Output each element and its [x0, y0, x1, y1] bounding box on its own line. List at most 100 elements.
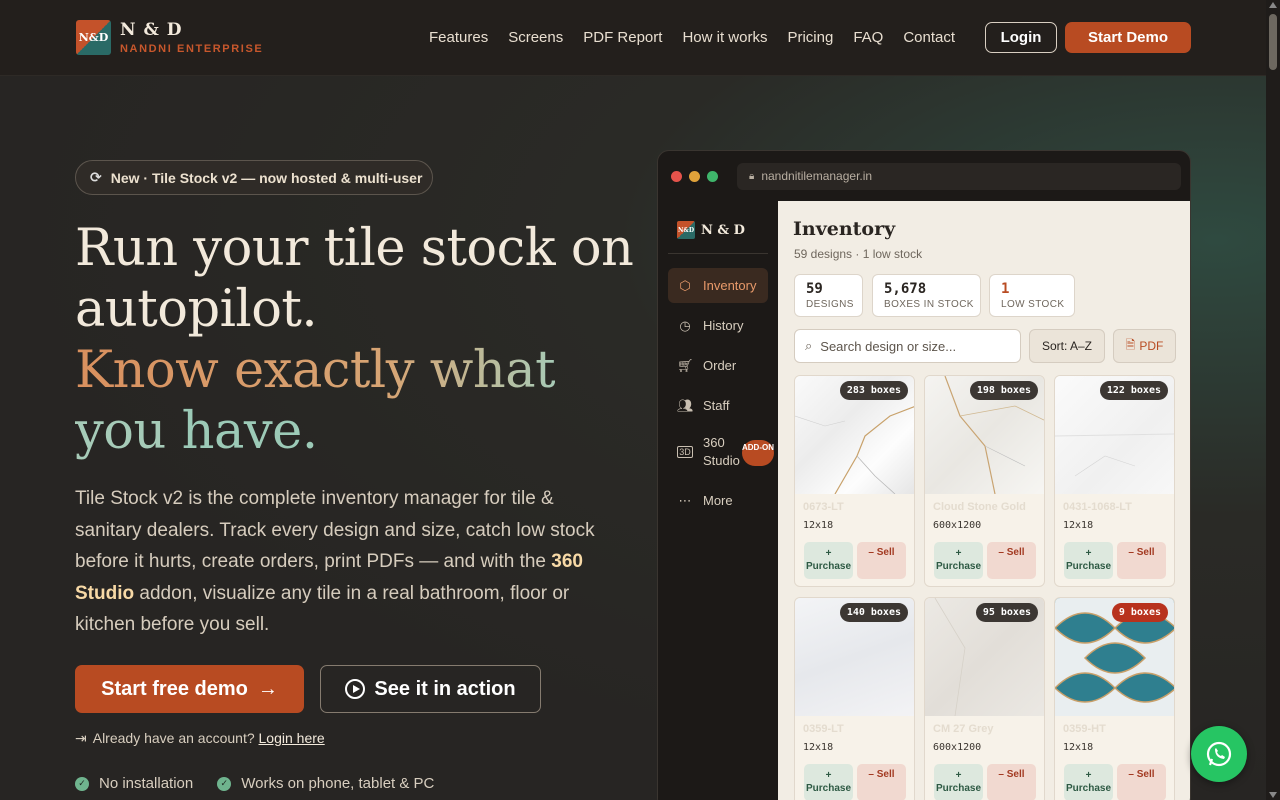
purchase-button[interactable]: + Purchase — [934, 764, 983, 800]
sell-button[interactable]: – Sell — [1117, 542, 1166, 579]
stock-badge: 122 boxes — [1099, 381, 1168, 400]
login-arrow-icon: ⇥ — [75, 730, 87, 746]
url-text: nandnitilemanager.in — [761, 169, 873, 183]
check-item: ✓ Works on phone, tablet & PC — [217, 775, 434, 792]
check-label: No installation — [99, 775, 194, 792]
page-scrollbar[interactable] — [1266, 0, 1280, 800]
nav-link-pdf-report[interactable]: PDF Report — [583, 29, 662, 46]
dots-icon: ⋯ — [678, 492, 692, 508]
purchase-button[interactable]: + Purchase — [934, 542, 983, 579]
whatsapp-button[interactable] — [1191, 726, 1247, 782]
login-here-link[interactable]: Login here — [259, 730, 325, 746]
tile-card[interactable]: 140 boxes 0359-LT 12x18 + Purchase – Sel… — [794, 597, 915, 800]
stat-value: 1 — [1001, 281, 1010, 297]
url-bar: 🔒︎ nandnitilemanager.in — [737, 162, 1181, 190]
login-button[interactable]: Login — [985, 22, 1057, 53]
tile-name: 0359-LT — [803, 723, 844, 735]
nav-link-pricing[interactable]: Pricing — [787, 29, 833, 46]
box-icon: ⬡ — [679, 277, 691, 293]
nav-link-screens[interactable]: Screens — [508, 29, 563, 46]
browser-bar: 🔒︎ nandnitilemanager.in — [658, 151, 1190, 201]
app-sidebar: N&D N & D ⬡ Inventory ◷ History 🛒︎ Order… — [658, 201, 778, 800]
sidebar-item-order[interactable]: 🛒︎ Order — [668, 348, 768, 383]
start-free-demo-label: Start free demo — [101, 677, 248, 700]
announcement-pill[interactable]: ⟳ New · Tile Stock v2 — now hosted & mul… — [75, 160, 433, 195]
sidebar-item-inventory[interactable]: ⬡ Inventory — [668, 268, 768, 303]
search-placeholder: Search design or size... — [820, 338, 957, 354]
check-item: ✓ No installation — [75, 775, 193, 792]
headline-line-2-end: have. — [181, 402, 318, 461]
nav-links: Features Screens PDF Report How it works… — [429, 29, 975, 46]
scroll-up-arrow-icon[interactable] — [1269, 2, 1277, 8]
sidebar-item-staff[interactable]: 👥︎ Staff — [668, 388, 768, 423]
stock-badge: 95 boxes — [975, 603, 1038, 622]
tile-card[interactable]: 198 boxes Cloud Stone Gold 600x1200 + Pu… — [924, 375, 1045, 587]
stat-label: LOW STOCK — [1001, 299, 1065, 310]
sort-button[interactable]: Sort: A–Z — [1029, 329, 1105, 363]
purchase-button[interactable]: + Purchase — [1064, 764, 1113, 800]
tile-size: 12x18 — [1063, 742, 1094, 753]
close-dot-icon — [671, 170, 682, 182]
sidebar-item-history[interactable]: ◷ History — [668, 308, 768, 343]
tile-card[interactable]: 9 boxes 0359-HT 12x18 + Purchase – Sell — [1054, 597, 1175, 800]
start-demo-button[interactable]: Start Demo — [1065, 22, 1191, 53]
purchase-button[interactable]: + Purchase — [804, 764, 853, 800]
stat-designs: 59 DESIGNS — [794, 274, 863, 317]
sidebar-brand: N&D N & D — [677, 221, 745, 239]
desc-part-1: Tile Stock v2 is the complete inventory … — [75, 488, 595, 572]
purchase-button[interactable]: + Purchase — [1064, 542, 1113, 579]
purchase-button[interactable]: + Purchase — [804, 542, 853, 579]
sidebar-divider — [668, 253, 768, 254]
whatsapp-icon — [1206, 741, 1232, 767]
stock-badge-low: 9 boxes — [1111, 603, 1168, 622]
sell-button[interactable]: – Sell — [857, 542, 906, 579]
sell-button[interactable]: – Sell — [987, 542, 1036, 579]
scroll-down-arrow-icon[interactable] — [1269, 792, 1277, 798]
account-text: Already have an account? — [92, 730, 255, 746]
sidebar-item-label: Order — [703, 358, 737, 373]
brand-logo: N&D — [76, 20, 111, 55]
sidebar-item-label: History — [703, 318, 744, 333]
sell-button[interactable]: – Sell — [987, 764, 1036, 800]
sell-button[interactable]: – Sell — [857, 764, 906, 800]
search-input[interactable]: ⌕ Search design or size... — [794, 329, 1021, 363]
sell-button[interactable]: – Sell — [1117, 764, 1166, 800]
tile-card[interactable]: 283 boxes 0673-LT 12x18 + Purchase – Sel… — [794, 375, 915, 587]
inventory-subtitle: 59 designs · 1 low stock — [794, 247, 923, 261]
lock-icon: 🔒︎ — [749, 170, 755, 182]
nav-link-features[interactable]: Features — [429, 29, 488, 46]
see-it-in-action-button[interactable]: See it in action — [320, 665, 541, 713]
cart-icon: 🛒︎ — [677, 357, 694, 373]
sidebar-item-more[interactable]: ⋯ More — [668, 483, 768, 518]
tile-size: 12x18 — [1063, 520, 1094, 531]
sidebar-brand-title: N & D — [701, 222, 745, 238]
pdf-button[interactable]: 🗎︎ PDF — [1113, 329, 1176, 363]
tile-name: CM 27 Grey — [933, 723, 994, 735]
stock-badge: 198 boxes — [969, 381, 1038, 400]
sidebar-logo: N&D — [677, 221, 695, 239]
arrow-right-icon: → — [257, 677, 278, 700]
nav-link-faq[interactable]: FAQ — [853, 29, 883, 46]
users-icon: 👥︎ — [677, 397, 694, 413]
tile-size: 12x18 — [803, 520, 834, 531]
refresh-icon: ⟳ — [90, 169, 102, 185]
tile-size: 600x1200 — [933, 742, 982, 753]
tile-card[interactable]: 122 boxes 0431-1068-LT 12x18 + Purchase … — [1054, 375, 1175, 587]
3d-icon: 3D — [677, 446, 693, 458]
stock-badge: 283 boxes — [839, 381, 908, 400]
scroll-thumb[interactable] — [1269, 14, 1277, 70]
brand[interactable]: N&D N & D NANDNI ENTERPRISE — [76, 20, 263, 55]
stat-label: DESIGNS — [806, 299, 854, 310]
inventory-title: Inventory — [793, 218, 896, 240]
brand-subtitle: NANDNI ENTERPRISE — [120, 43, 264, 55]
sidebar-item-label: More — [703, 493, 733, 508]
see-it-in-action-label: See it in action — [374, 677, 516, 700]
addon-badge: ADD-ON — [742, 440, 774, 466]
stat-value: 5,678 — [884, 281, 927, 297]
nav-link-how-it-works[interactable]: How it works — [682, 29, 767, 46]
desc-part-2: addon, visualize any tile in a real bath… — [75, 582, 570, 636]
nav-link-contact[interactable]: Contact — [903, 29, 955, 46]
tile-card[interactable]: 95 boxes CM 27 Grey 600x1200 + Purchase … — [924, 597, 1045, 800]
start-free-demo-button[interactable]: Start free demo → — [75, 665, 304, 713]
stock-badge: 140 boxes — [839, 603, 908, 622]
